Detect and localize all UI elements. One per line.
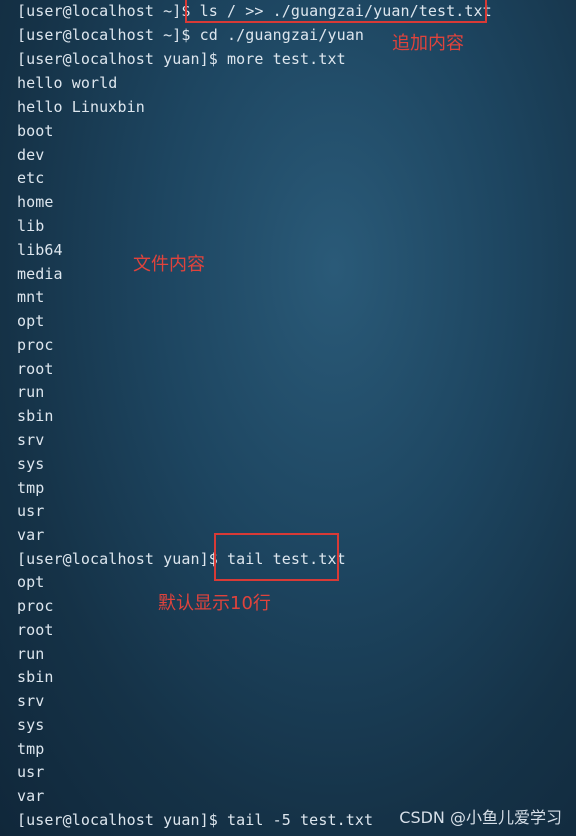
terminal-window[interactable]: [user@localhost ~]$ ls / >> ./guangzai/y…	[0, 0, 576, 836]
output-line: sbin	[17, 668, 54, 686]
output-line: var	[17, 787, 45, 805]
output-line: tmp	[17, 740, 45, 758]
output-line: opt	[17, 573, 45, 591]
output-line: media	[17, 265, 63, 283]
output-line: run	[17, 645, 45, 663]
output-line: boot	[17, 122, 54, 140]
output-line: root	[17, 621, 54, 639]
command-line: [user@localhost yuan]$ more test.txt	[17, 50, 346, 68]
command-line: [user@localhost ~]$ cd ./guangzai/yuan	[17, 26, 364, 44]
output-line: home	[17, 193, 54, 211]
output-line: hello Linuxbin	[17, 98, 145, 116]
output-line: srv	[17, 431, 45, 449]
output-line: var	[17, 526, 45, 544]
output-line: usr	[17, 763, 45, 781]
command-line: [user@localhost yuan]$ tail -5 test.txt	[17, 811, 374, 829]
output-line: usr	[17, 502, 45, 520]
default-ten-lines-annotation: 默认显示10行	[158, 593, 271, 614]
output-line: root	[17, 360, 54, 378]
output-line: run	[17, 383, 45, 401]
csdn-watermark: CSDN @小鱼儿爱学习	[399, 808, 562, 827]
output-line: etc	[17, 169, 45, 187]
output-line: dev	[17, 146, 45, 164]
output-line: sbin	[17, 407, 54, 425]
output-line: sys	[17, 455, 45, 473]
output-line: lib64	[17, 241, 63, 259]
append-command-highlight-box	[185, 0, 487, 23]
file-content-annotation: 文件内容	[133, 254, 205, 275]
output-line: lib	[17, 217, 45, 235]
output-line: hello world	[17, 74, 118, 92]
output-line: srv	[17, 692, 45, 710]
output-line: opt	[17, 312, 45, 330]
output-line: tmp	[17, 479, 45, 497]
output-line: sys	[17, 716, 45, 734]
output-line: mnt	[17, 288, 45, 306]
append-content-annotation: 追加内容	[392, 33, 464, 54]
tail-command-highlight-box	[214, 533, 339, 581]
output-line: proc	[17, 597, 54, 615]
output-line: proc	[17, 336, 54, 354]
